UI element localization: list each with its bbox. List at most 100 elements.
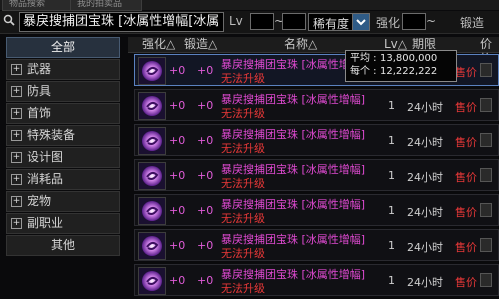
expand-icon[interactable]: + — [11, 196, 22, 207]
expand-icon[interactable]: + — [11, 218, 22, 229]
row-action-button[interactable] — [480, 98, 492, 112]
chevron-down-icon[interactable] — [352, 14, 369, 30]
forge-label: 锻造 — [460, 16, 485, 30]
category-pet[interactable]: + 宠物 — [6, 191, 120, 212]
row-price: 售价 — [455, 66, 477, 79]
row-status: 无法升级 — [221, 282, 265, 295]
category-label: 首饰 — [27, 106, 52, 120]
orb-icon — [138, 92, 166, 120]
lv-label: Lv — [229, 14, 243, 28]
category-weapon[interactable]: + 武器 — [6, 59, 120, 80]
category-sub-profession[interactable]: + 副职业 — [6, 213, 120, 234]
price-tooltip: 平均 :13,800,000 每个 :12,222,222 — [345, 50, 457, 82]
orb-icon — [138, 57, 166, 85]
expand-icon[interactable]: + — [11, 108, 22, 119]
table-row[interactable]: +0+0暴戾搜捕团宝珠 [冰属性增幅]无法升级124小时售价 — [134, 159, 499, 191]
enhance-range-separator: ~ — [426, 14, 437, 28]
row-enhance: +0 — [169, 204, 186, 217]
category-label: 防具 — [27, 84, 52, 98]
row-forge: +0 — [197, 64, 214, 77]
row-price: 售价 — [455, 136, 477, 149]
category-label: 副职业 — [27, 216, 64, 230]
category-label: 武器 — [27, 62, 52, 76]
category-special-equipment[interactable]: + 特殊装备 — [6, 125, 120, 146]
category-label: 其他 — [50, 238, 75, 252]
tooltip-each-label: 每个 : — [350, 66, 377, 77]
row-enhance: +0 — [169, 134, 186, 147]
table-row[interactable]: +0+0暴戾搜捕团宝珠 [冰属性增幅]无法升级124小时售价 — [134, 264, 499, 296]
row-status: 无法升级 — [221, 72, 265, 85]
row-action-button[interactable] — [480, 203, 492, 217]
lv-max-input[interactable] — [282, 13, 306, 30]
tab-my-auctions[interactable]: 我的拍卖品 — [70, 0, 142, 11]
expand-icon[interactable]: + — [11, 130, 22, 141]
row-price: 售价 — [455, 241, 477, 254]
enhance-min-input[interactable] — [402, 13, 426, 30]
row-period: 24小时 — [407, 171, 443, 184]
row-level: 1 — [388, 204, 395, 217]
table-row[interactable]: +0+0暴戾搜捕团宝珠 [冰属性增幅]无法升级124小时售价 — [134, 194, 499, 226]
category-label: 消耗品 — [27, 172, 64, 186]
tooltip-each-value: 12,222,222 — [380, 66, 438, 77]
search-bar: 暴戾搜捕团宝珠 [冰属性增幅[冰属 Lv ~ 稀有度 强化 ~ 锻造 — [0, 11, 499, 34]
row-forge: +0 — [197, 204, 214, 217]
rarity-dropdown[interactable]: 稀有度 — [308, 13, 370, 31]
row-level: 1 — [388, 169, 395, 182]
row-forge: +0 — [197, 169, 214, 182]
category-accessory[interactable]: + 首饰 — [6, 103, 120, 124]
row-forge: +0 — [197, 274, 214, 287]
row-level: 1 — [388, 99, 395, 112]
lv-min-input[interactable] — [250, 13, 274, 30]
row-forge: +0 — [197, 99, 214, 112]
row-period: 24小时 — [407, 136, 443, 149]
expand-icon[interactable]: + — [11, 64, 22, 75]
table-row[interactable]: +0+0暴戾搜捕团宝珠 [冰属性增幅]无法升级124小时售价 — [134, 89, 499, 121]
category-blueprint[interactable]: + 设计图 — [6, 147, 120, 168]
row-period: 24小时 — [407, 241, 443, 254]
row-forge: +0 — [197, 134, 214, 147]
row-status: 无法升级 — [221, 247, 265, 260]
expand-icon[interactable]: + — [11, 174, 22, 185]
row-action-button[interactable] — [480, 273, 492, 287]
row-status: 无法升级 — [221, 177, 265, 190]
row-action-button[interactable] — [480, 238, 492, 252]
tab-item-search[interactable]: 物品搜索 — [2, 0, 74, 11]
row-status: 无法升级 — [221, 212, 265, 225]
header-forge[interactable]: 锻造△ — [184, 37, 217, 52]
row-enhance: +0 — [169, 64, 186, 77]
row-price: 售价 — [455, 171, 477, 184]
expand-icon[interactable]: + — [11, 152, 22, 163]
expand-icon[interactable]: + — [11, 86, 22, 97]
table-row[interactable]: +0+0暴戾搜捕团宝珠 [冰属性增幅]无法升级124小时售价 — [134, 229, 499, 261]
row-enhance: +0 — [169, 99, 186, 112]
row-price: 售价 — [455, 276, 477, 289]
enhance-label: 强化 — [376, 16, 401, 30]
table-row[interactable]: +0+0暴戾搜捕团宝珠 [冰属性增幅]无法升级124小时售价 — [134, 124, 499, 156]
header-name[interactable]: 名称△ — [284, 37, 317, 52]
row-price: 售价 — [455, 101, 477, 114]
row-action-button[interactable] — [480, 168, 492, 182]
category-label: 特殊装备 — [27, 128, 76, 142]
results-list: +0+0暴戾搜捕团宝珠 [冰属性增幅]无法升级124小时售价+0+0暴戾搜捕团宝… — [134, 54, 499, 299]
tooltip-avg-label: 平均 : — [350, 53, 377, 64]
category-all[interactable]: 全部 — [6, 37, 120, 58]
category-other[interactable]: 其他 — [6, 235, 120, 256]
row-action-button[interactable] — [480, 133, 492, 147]
tooltip-avg-value: 13,800,000 — [380, 53, 438, 64]
category-sidebar: 全部 + 武器 + 防具 + 首饰 + 特殊装备 + 设计图 + 消耗品 + 宠物 + 副职业 … — [6, 37, 120, 290]
search-input[interactable]: 暴戾搜捕团宝珠 [冰属性增幅[冰属 — [19, 12, 224, 32]
orb-icon — [138, 197, 166, 225]
row-level: 1 — [388, 274, 395, 287]
orb-icon — [138, 267, 166, 295]
orb-icon — [138, 232, 166, 260]
row-period: 24小时 — [407, 206, 443, 219]
category-armor[interactable]: + 防具 — [6, 81, 120, 102]
row-action-button[interactable] — [480, 63, 492, 77]
row-status: 无法升级 — [221, 142, 265, 155]
orb-icon — [138, 127, 166, 155]
row-period: 24小时 — [407, 101, 443, 114]
search-icon[interactable] — [3, 14, 15, 26]
category-label: 全部 — [50, 40, 75, 54]
header-enhance[interactable]: 强化△ — [142, 37, 175, 52]
category-consumable[interactable]: + 消耗品 — [6, 169, 120, 190]
